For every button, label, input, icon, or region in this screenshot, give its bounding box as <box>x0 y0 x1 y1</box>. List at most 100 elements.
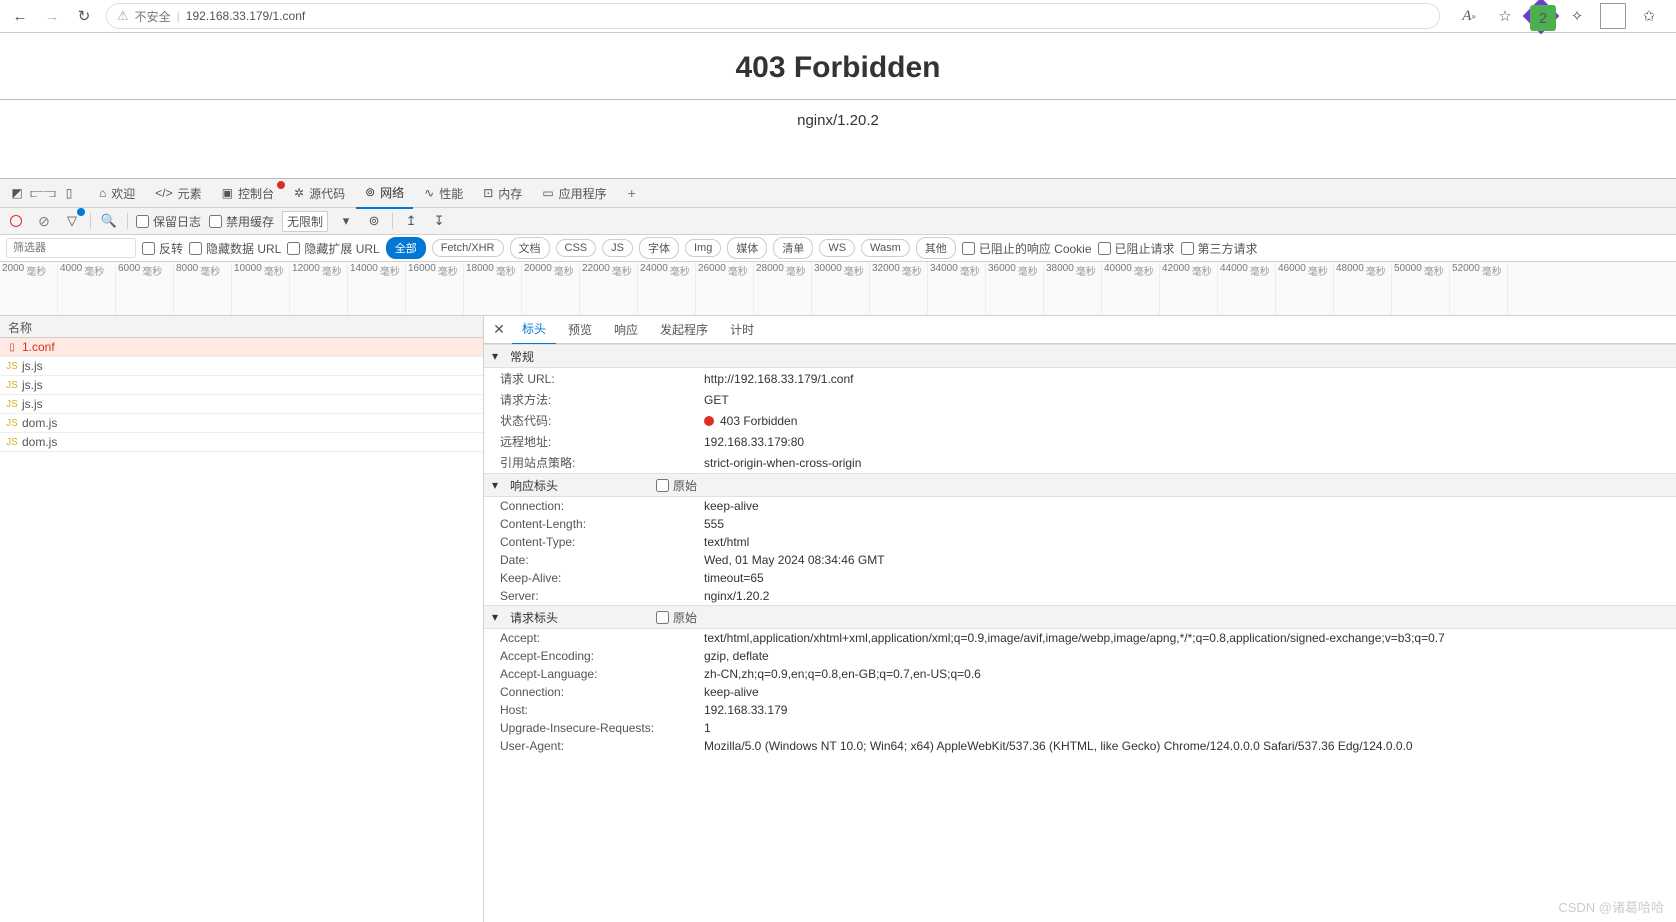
panel-layout-icon[interactable]: ▯ <box>58 182 80 204</box>
raw-response-checkbox[interactable]: 原始 <box>656 477 697 494</box>
timeline-tick: 30000 毫秒 <box>812 262 870 315</box>
request-row[interactable]: JSjs.js <box>0 395 483 414</box>
filter-img[interactable]: Img <box>685 239 721 257</box>
timeline-tick: 24000 毫秒 <box>638 262 696 315</box>
filter-media[interactable]: 媒体 <box>727 237 767 259</box>
split-screen-icon[interactable] <box>1600 3 1626 29</box>
tab-console[interactable]: ▣控制台 <box>213 179 283 208</box>
close-details-button[interactable]: ✕ <box>488 319 510 341</box>
filter-wasm[interactable]: Wasm <box>861 239 910 257</box>
more-tabs-button[interactable]: + <box>618 179 646 207</box>
request-row[interactable]: JSjs.js <box>0 357 483 376</box>
section-request-headers[interactable]: 请求标头 原始 <box>484 605 1676 629</box>
url-text: 192.168.33.179/1.conf <box>186 9 305 23</box>
download-har-button[interactable]: ↧ <box>429 211 449 231</box>
timeline-overview[interactable]: 2000 毫秒4000 毫秒6000 毫秒8000 毫秒10000 毫秒1200… <box>0 262 1676 316</box>
extension-icon[interactable]: 2 <box>1528 3 1554 29</box>
blocked-cookie-checkbox[interactable]: 已阻止的响应 Cookie <box>962 240 1092 257</box>
tab-headers[interactable]: 标头 <box>512 316 556 345</box>
request-row[interactable]: ▯1.conf <box>0 338 483 357</box>
section-general[interactable]: 常规 <box>484 344 1676 368</box>
timeline-tick: 48000 毫秒 <box>1334 262 1392 315</box>
refresh-button[interactable]: ↻ <box>70 2 98 30</box>
filter-all[interactable]: 全部 <box>386 237 426 259</box>
hide-ext-url-checkbox[interactable]: 隐藏扩展 URL <box>287 240 379 257</box>
invert-checkbox[interactable]: 反转 <box>142 240 183 257</box>
tab-memory[interactable]: ⊡内存 <box>474 179 531 208</box>
tab-network[interactable]: ⊚网络 <box>356 178 413 209</box>
timeline-tick: 32000 毫秒 <box>870 262 928 315</box>
filter-other[interactable]: 其他 <box>916 237 956 259</box>
header-value: nginx/1.20.2 <box>704 589 1676 603</box>
device-toggle-icon[interactable]: ⫍⫎ <box>32 182 54 204</box>
tab-elements[interactable]: </>元素 <box>146 179 210 208</box>
forward-button[interactable]: → <box>38 2 66 30</box>
extensions-icon[interactable]: ✧ <box>1564 3 1590 29</box>
filter-bar: 反转 隐藏数据 URL 隐藏扩展 URL 全部 Fetch/XHR 文档 CSS… <box>0 235 1676 262</box>
back-button[interactable]: ← <box>6 2 34 30</box>
filter-doc[interactable]: 文档 <box>510 237 550 259</box>
request-row[interactable]: JSjs.js <box>0 376 483 395</box>
filter-toggle-button[interactable]: ▽ <box>62 211 82 231</box>
disable-cache-checkbox[interactable]: 禁用缓存 <box>209 213 274 230</box>
section-response-headers[interactable]: 响应标头 原始 <box>484 473 1676 497</box>
header-value: 1 <box>704 721 1676 735</box>
third-party-checkbox[interactable]: 第三方请求 <box>1181 240 1258 257</box>
referrer-policy-value: strict-origin-when-cross-origin <box>704 456 1676 470</box>
throttle-dropdown-icon[interactable]: ▾ <box>336 211 356 231</box>
raw-request-checkbox[interactable]: 原始 <box>656 609 697 626</box>
timeline-tick: 40000 毫秒 <box>1102 262 1160 315</box>
filter-font[interactable]: 字体 <box>639 237 679 259</box>
request-row[interactable]: JSdom.js <box>0 414 483 433</box>
header-key: Content-Length: <box>500 517 704 531</box>
tab-welcome[interactable]: ⌂欢迎 <box>90 179 144 208</box>
favorite-icon[interactable]: ☆ <box>1492 3 1518 29</box>
tab-application[interactable]: ▭应用程序 <box>533 179 615 208</box>
filter-manifest[interactable]: 清单 <box>773 237 813 259</box>
filter-js[interactable]: JS <box>602 239 633 257</box>
hide-data-url-checkbox[interactable]: 隐藏数据 URL <box>189 240 281 257</box>
header-row: Upgrade-Insecure-Requests:1 <box>484 719 1676 737</box>
timeline-tick: 20000 毫秒 <box>522 262 580 315</box>
preserve-log-checkbox[interactable]: 保留日志 <box>136 213 201 230</box>
header-key: Host: <box>500 703 704 717</box>
header-key: Date: <box>500 553 704 567</box>
filter-fetch-xhr[interactable]: Fetch/XHR <box>432 239 504 257</box>
browser-right-icons: A» ☆ 2 ✧ ✩ <box>1448 3 1670 29</box>
collections-icon[interactable]: ✩ <box>1636 3 1662 29</box>
header-key: Connection: <box>500 685 704 699</box>
clear-button[interactable]: ⊘ <box>34 211 54 231</box>
timeline-tick: 52000 毫秒 <box>1450 262 1508 315</box>
search-button[interactable]: 🔍 <box>99 211 119 231</box>
address-bar[interactable]: ⚠ 不安全 | 192.168.33.179/1.conf <box>106 3 1440 29</box>
header-key: User-Agent: <box>500 739 704 753</box>
header-key: Keep-Alive: <box>500 571 704 585</box>
app-icon: ▭ <box>542 186 553 200</box>
filter-ws[interactable]: WS <box>819 239 855 257</box>
header-row: Keep-Alive:timeout=65 <box>484 569 1676 587</box>
tab-sources[interactable]: ✲源代码 <box>285 179 354 208</box>
upload-har-button[interactable]: ↥ <box>401 211 421 231</box>
tab-initiator[interactable]: 发起程序 <box>650 316 718 344</box>
name-column-header[interactable]: 名称 <box>0 316 483 338</box>
header-key: Connection: <box>500 499 704 513</box>
wifi-icon[interactable]: ⊚ <box>364 211 384 231</box>
tab-performance[interactable]: ∿性能 <box>415 179 472 208</box>
request-row[interactable]: JSdom.js <box>0 433 483 452</box>
tab-preview[interactable]: 预览 <box>558 316 602 344</box>
timeline-tick: 46000 毫秒 <box>1276 262 1334 315</box>
tab-timing[interactable]: 计时 <box>720 316 764 344</box>
header-value: keep-alive <box>704 499 1676 513</box>
header-row: Host:192.168.33.179 <box>484 701 1676 719</box>
inspect-element-icon[interactable]: ◩ <box>6 182 28 204</box>
read-aloud-icon[interactable]: A» <box>1456 3 1482 29</box>
record-button[interactable] <box>6 211 26 231</box>
throttle-select[interactable]: 无限制 <box>282 211 328 232</box>
filter-input[interactable] <box>6 238 136 258</box>
filter-css[interactable]: CSS <box>556 239 597 257</box>
memory-icon: ⊡ <box>483 186 493 200</box>
header-value: timeout=65 <box>704 571 1676 585</box>
blocked-req-checkbox[interactable]: 已阻止请求 <box>1098 240 1175 257</box>
header-value: text/html,application/xhtml+xml,applicat… <box>704 631 1676 645</box>
tab-response[interactable]: 响应 <box>604 316 648 344</box>
